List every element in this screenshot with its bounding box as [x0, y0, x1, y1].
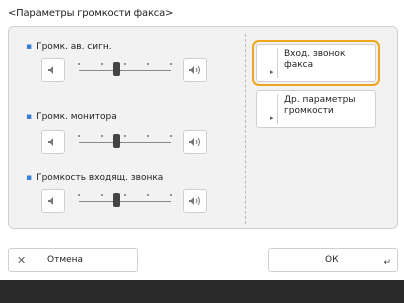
speaker-high-icon: [189, 196, 200, 206]
group-label-ring: ▪ Громкость входящ. звонка: [26, 173, 164, 183]
slider-tick: [124, 135, 126, 137]
ok-button[interactable]: ОК ↵: [268, 248, 398, 272]
slider-tick: [78, 63, 80, 65]
ring-volume-slider: [41, 189, 208, 215]
volume-up-button[interactable]: [183, 130, 207, 154]
cancel-button[interactable]: ✕ Отмена: [8, 248, 138, 272]
close-icon: ✕: [17, 254, 27, 267]
speaker-high-icon: [189, 137, 200, 147]
bullet-icon: ▪: [26, 112, 33, 122]
volume-down-button[interactable]: [41, 189, 65, 213]
volume-down-button[interactable]: [41, 58, 65, 82]
slider-knob[interactable]: [112, 193, 120, 207]
volume-down-button[interactable]: [41, 130, 65, 154]
slider-tick: [124, 194, 126, 196]
slider-tick: [147, 63, 149, 65]
screen-title: <Параметры громкости факса>: [8, 8, 174, 19]
volume-up-button[interactable]: [183, 189, 207, 213]
slider-tick: [147, 194, 149, 196]
slider-tick: [124, 63, 126, 65]
bullet-icon: ▪: [26, 173, 33, 183]
slider-knob[interactable]: [112, 62, 120, 76]
bottom-status-bar: [0, 280, 404, 303]
panel-divider: [245, 34, 246, 224]
incoming-fax-ring-button[interactable]: ▸ Вход. звонок факса: [252, 40, 380, 86]
enter-icon: ↵: [383, 258, 391, 268]
slider-tick: [170, 63, 172, 65]
volume-up-button[interactable]: [183, 58, 207, 82]
group-label-monitor: ▪ Громк. монитора: [26, 112, 117, 122]
speaker-low-icon: [48, 66, 53, 74]
other-volume-settings-button[interactable]: ▸ Др. параметры громкости: [256, 90, 376, 128]
speaker-low-icon: [48, 138, 53, 146]
slider-tick: [170, 194, 172, 196]
slider-tick: [147, 135, 149, 137]
button-divider: [277, 48, 278, 78]
monitor-volume-slider: [41, 130, 208, 156]
arrow-icon: ▸: [270, 68, 274, 76]
slider-tick: [78, 135, 80, 137]
button-divider: [277, 94, 278, 124]
slider-track[interactable]: [79, 70, 171, 71]
alarm-volume-slider: [41, 58, 208, 84]
slider-tick: [78, 194, 80, 196]
slider-tick: [170, 135, 172, 137]
speaker-low-icon: [48, 197, 53, 205]
slider-tick: [101, 194, 103, 196]
slider-knob[interactable]: [112, 134, 120, 148]
slider-tick: [101, 63, 103, 65]
arrow-icon: ▸: [270, 114, 274, 122]
slider-track[interactable]: [79, 142, 171, 143]
slider-tick: [101, 135, 103, 137]
speaker-high-icon: [189, 65, 200, 75]
bullet-icon: ▪: [26, 42, 33, 52]
group-label-alarm: ▪ Громк. ав. сигн.: [26, 42, 112, 52]
slider-track[interactable]: [79, 201, 171, 202]
